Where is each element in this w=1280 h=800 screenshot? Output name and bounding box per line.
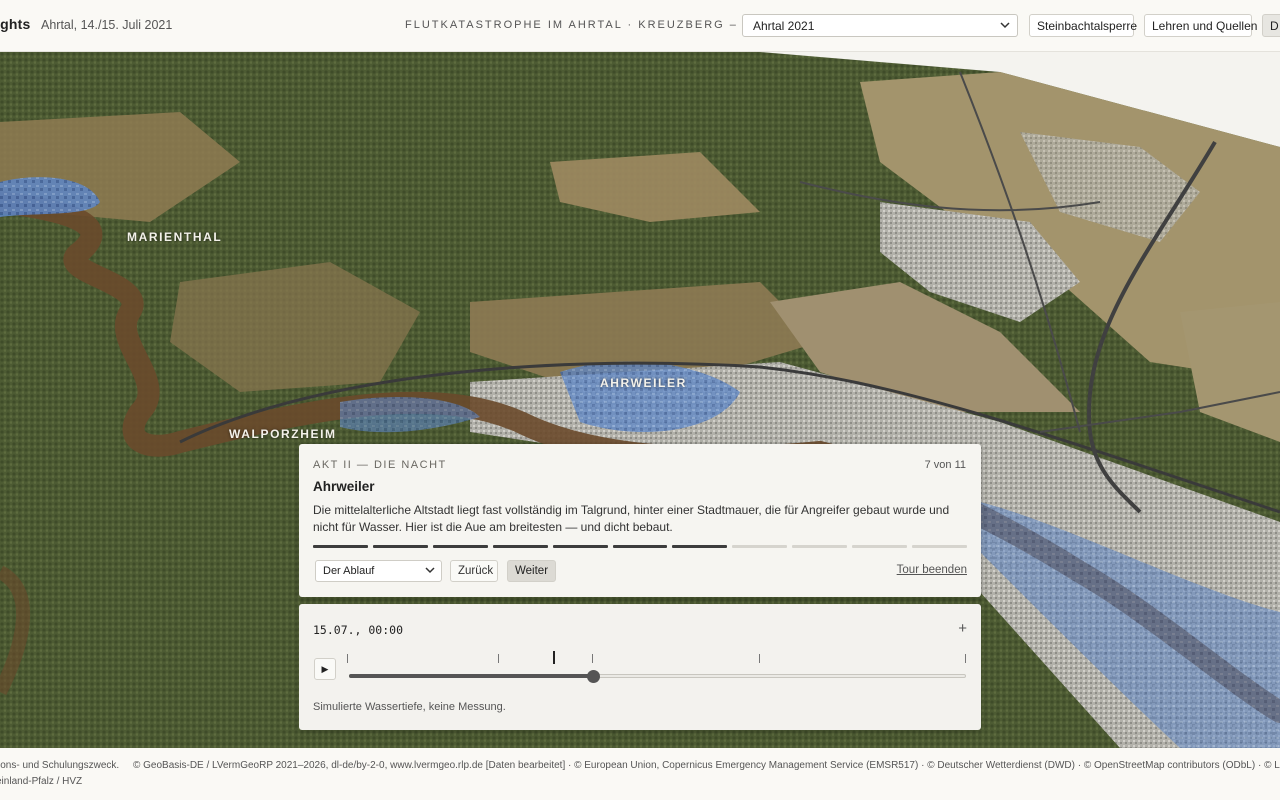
scenario-select[interactable]: Ahrtal 2021 bbox=[742, 14, 1018, 37]
progress-segment bbox=[432, 545, 488, 548]
lehren-quellen-button[interactable]: Lehren und Quellen bbox=[1144, 14, 1257, 37]
expand-button[interactable]: + bbox=[958, 620, 967, 637]
progress-segment bbox=[732, 545, 788, 548]
timeline-note: Simulierte Wassertiefe, keine Messung. bbox=[313, 701, 506, 713]
timeline-tick bbox=[592, 654, 593, 663]
story-card: AKT II — DIE NACHT 7 von 11 Ahrweiler Di… bbox=[299, 444, 981, 597]
attribution-text: © GeoBasis-DE / LVermGeoRP 2021–2026, dl… bbox=[133, 760, 1280, 771]
timeline-slider[interactable] bbox=[349, 670, 966, 683]
scenario-select-value: Ahrtal 2021 bbox=[753, 19, 815, 33]
progress-segment bbox=[852, 545, 908, 548]
step-counter: 7 von 11 bbox=[924, 459, 966, 471]
timeline-tick bbox=[498, 654, 499, 663]
story-title: Ahrweiler bbox=[313, 479, 375, 494]
steinbachtalsperre-button[interactable]: Steinbachtalsperre bbox=[1029, 14, 1137, 37]
progress-segment bbox=[492, 545, 548, 548]
timeline-marker bbox=[553, 651, 555, 664]
timeline-tick bbox=[347, 654, 348, 663]
progress-segment bbox=[672, 545, 728, 548]
clipped-header-button[interactable]: D bbox=[1262, 14, 1280, 37]
timeline-tick bbox=[759, 654, 760, 663]
attribution-line-1: ions- und Schulungszweck. © GeoBasis-DE … bbox=[0, 760, 1280, 771]
step-progress bbox=[313, 545, 967, 548]
play-icon: ▶ bbox=[321, 664, 329, 674]
timeline-panel: 15.07., 00:00 + ▶ Simulierte Wassertiefe… bbox=[299, 604, 981, 730]
attribution-footer: ions- und Schulungszweck. © GeoBasis-DE … bbox=[0, 748, 1280, 800]
place-label-walporzheim: WALPORZHEIM bbox=[229, 427, 337, 441]
progress-segment bbox=[372, 545, 428, 548]
timeline-tick bbox=[965, 654, 966, 663]
timeline-time: 15.07., 00:00 bbox=[313, 623, 404, 637]
place-label-marienthal: MARIENTHAL bbox=[127, 230, 223, 244]
progress-segment bbox=[612, 545, 668, 548]
chevron-down-icon bbox=[998, 18, 1012, 35]
timeline-slider-fill bbox=[349, 674, 592, 678]
top-bar: ights Ahrtal, 14./15. Juli 2021 FLUTKATA… bbox=[0, 0, 1280, 52]
progress-segment bbox=[552, 545, 608, 548]
progress-segment bbox=[912, 545, 967, 548]
chapter-select-value: Der Ablauf bbox=[323, 565, 375, 577]
attribution-line-2: einland-Pfalz / HVZ bbox=[0, 776, 83, 787]
act-label: AKT II — DIE NACHT bbox=[313, 459, 447, 471]
place-label-ahrweiler: AHRWEILER bbox=[600, 376, 687, 390]
end-tour-link[interactable]: Tour beenden bbox=[897, 564, 967, 576]
app-title[interactable]: ights bbox=[0, 16, 30, 32]
play-button[interactable]: ▶ bbox=[314, 658, 336, 680]
story-text: Die mittelalterliche Altstadt liegt fast… bbox=[313, 503, 950, 534]
next-button[interactable]: Weiter bbox=[507, 560, 556, 582]
disclaimer-text: ions- und Schulungszweck. bbox=[0, 760, 120, 771]
chapter-select[interactable]: Der Ablauf bbox=[315, 560, 442, 582]
event-date: Ahrtal, 14./15. Juli 2021 bbox=[41, 18, 173, 32]
chevron-down-icon bbox=[423, 563, 437, 580]
progress-segment bbox=[313, 545, 368, 548]
timeline-slider-thumb[interactable] bbox=[586, 670, 600, 683]
back-button[interactable]: Zurück bbox=[450, 560, 498, 582]
progress-segment bbox=[792, 545, 848, 548]
breadcrumb: FLUTKATASTROPHE IM AHRTAL · KREUZBERG – … bbox=[405, 19, 786, 31]
